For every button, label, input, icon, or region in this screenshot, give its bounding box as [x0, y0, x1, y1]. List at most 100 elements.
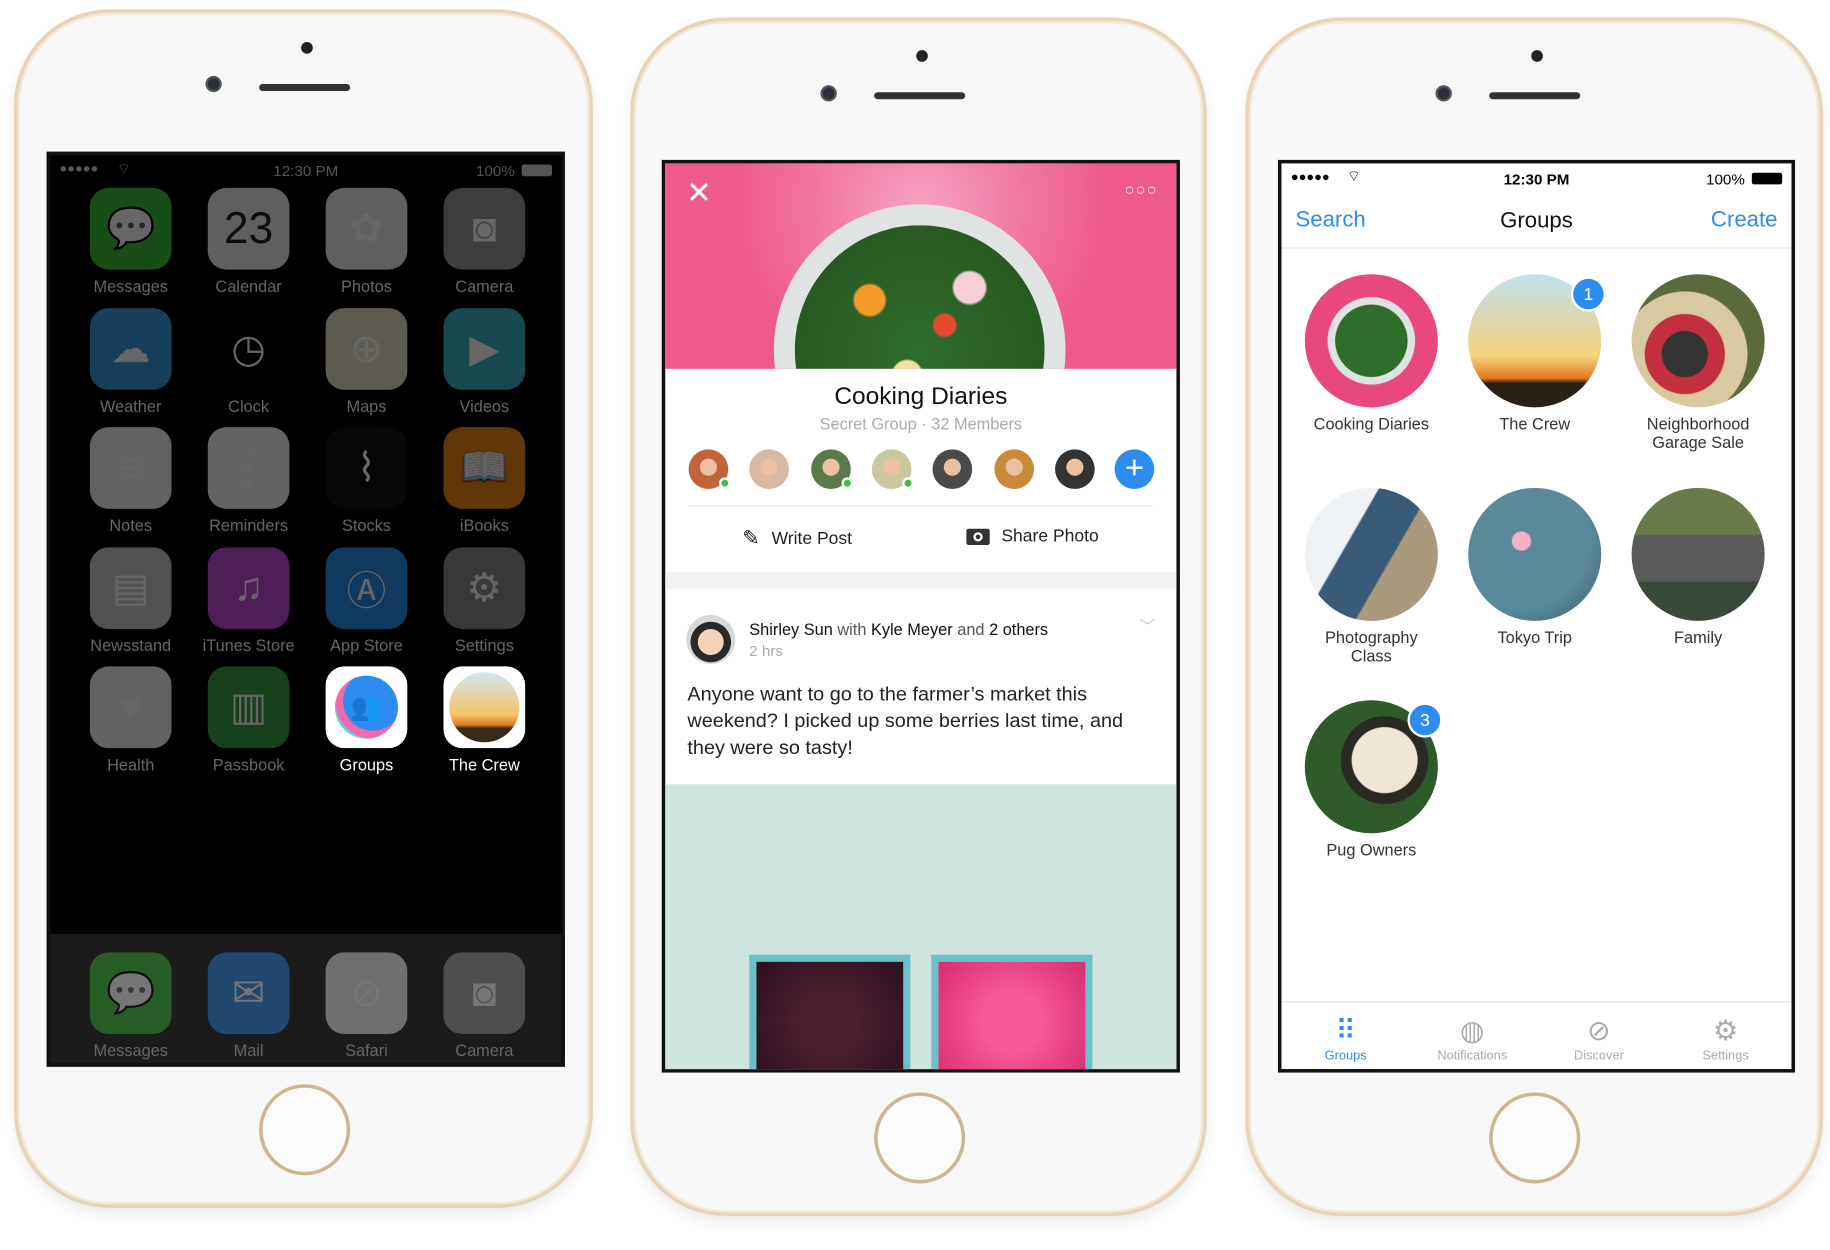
member-avatar[interactable]	[871, 449, 914, 490]
earpiece-speaker	[259, 84, 351, 92]
member-avatar[interactable]	[688, 449, 731, 490]
camera-icon: ◙	[443, 187, 526, 270]
app-calendar[interactable]: 23 Calendar	[196, 187, 301, 295]
member-avatar[interactable]	[810, 449, 853, 490]
close-icon[interactable]: ✕	[686, 175, 711, 211]
group-cover-image	[1631, 274, 1765, 408]
post-card[interactable]: Shirley Sun with Kyle Meyer and 2 others…	[665, 589, 1176, 784]
app-label: Weather	[99, 396, 162, 415]
member-avatar[interactable]	[993, 449, 1034, 490]
author-name[interactable]: Shirley Sun	[749, 620, 833, 639]
the-crew-icon	[443, 666, 526, 749]
group-item[interactable]: Family	[1616, 487, 1779, 646]
notes-icon: ≡	[89, 427, 172, 509]
others-link[interactable]: 2 others	[989, 620, 1048, 639]
tab-groups[interactable]: ⠿ Groups	[1281, 1014, 1409, 1063]
app-label: Health	[107, 755, 155, 774]
group-name: Neighborhood Garage Sale	[1646, 414, 1750, 452]
group-cover-image	[1304, 274, 1438, 408]
app-the-crew[interactable]: The Crew	[432, 666, 537, 774]
tab-label: Groups	[1324, 1049, 1367, 1064]
raspberries-basket	[931, 954, 1093, 1070]
and-text: and	[957, 619, 985, 639]
app-itunes-store[interactable]: ♫ iTunes Store	[196, 546, 301, 655]
author-avatar[interactable]	[686, 615, 736, 665]
earpiece-speaker	[874, 92, 966, 100]
salad-plate-image	[773, 204, 1066, 369]
app-videos[interactable]: ▶ Videos	[432, 307, 537, 415]
group-cover-image	[1631, 487, 1765, 621]
app-label: iTunes Store	[202, 635, 295, 655]
app-camera[interactable]: ◙ Camera	[432, 187, 537, 295]
write-post-button[interactable]: ✎ Write Post	[742, 526, 852, 551]
post-menu-chevron-icon[interactable]: ﹀	[1139, 615, 1155, 638]
app-stocks[interactable]: ⌇ Stocks	[314, 427, 419, 535]
home-button[interactable]	[259, 1084, 351, 1176]
camera-icon: ◙	[443, 952, 526, 1035]
app-label: iBooks	[459, 515, 509, 535]
group-item[interactable]: Neighborhood Garage Sale	[1616, 274, 1779, 452]
stocks-icon: ⌇	[325, 427, 408, 509]
dock-app-safari[interactable]: ⊘ Safari	[314, 952, 419, 1060]
app-notes[interactable]: ≡ Notes	[78, 427, 183, 535]
group-item[interactable]: 3 Pug Owners	[1290, 700, 1453, 859]
tab-notifications[interactable]: ◍ Notifications	[1408, 1014, 1536, 1063]
app-label: Notes	[109, 515, 153, 535]
app-clock[interactable]: ◷ Clock	[196, 307, 301, 415]
app-ibooks[interactable]: 📖 iBooks	[432, 427, 537, 535]
tab-settings[interactable]: ⚙ Settings	[1661, 1014, 1789, 1063]
tagged-name[interactable]: Kyle Meyer	[871, 620, 953, 639]
dock-app-camera[interactable]: ◙ Camera	[432, 952, 537, 1060]
group-item[interactable]: Tokyo Trip	[1453, 487, 1616, 646]
unread-badge: 3	[1407, 702, 1443, 738]
battery-icon	[1751, 172, 1783, 185]
group-item[interactable]: 1 The Crew	[1453, 274, 1616, 433]
tab-bar: ⠿ Groups ◍ Notifications ⊘ Discover ⚙ Settings	[1281, 1001, 1792, 1069]
app-label: Camera	[455, 1041, 514, 1060]
app-messages[interactable]: 💬 Messages	[78, 187, 183, 295]
post-photo	[665, 784, 1177, 1070]
group-cover-image: 3	[1304, 700, 1443, 834]
share-photo-button[interactable]: Share Photo	[966, 526, 1099, 546]
app-weather[interactable]: ☁ Weather	[78, 307, 183, 415]
home-button[interactable]	[1489, 1092, 1581, 1184]
post-time: 2 hrs	[749, 641, 784, 660]
health-icon: ♥	[89, 666, 172, 749]
app-store-icon: Ⓐ	[325, 546, 408, 629]
home-button[interactable]	[874, 1092, 966, 1184]
member-avatar[interactable]	[1054, 449, 1095, 490]
tab-discover[interactable]: ⊘ Discover	[1535, 1014, 1663, 1063]
member-avatar[interactable]	[749, 449, 790, 490]
dock-app-mail[interactable]: ✉ Mail	[196, 952, 301, 1060]
group-item[interactable]: Photography Class	[1290, 487, 1453, 665]
app-groups[interactable]: 👥 Groups	[314, 666, 419, 774]
add-member-button[interactable]: +	[1114, 449, 1155, 490]
app-label: Mail	[233, 1041, 264, 1060]
group-name: The Crew	[1499, 414, 1571, 433]
app-settings[interactable]: ⚙ Settings	[432, 546, 537, 654]
nav-divider	[1281, 247, 1792, 249]
group-subtitle: Secret Group · 32 Members	[819, 414, 1023, 433]
member-avatar[interactable]	[932, 449, 973, 490]
app-passbook[interactable]: ▥ Passbook	[196, 666, 301, 774]
more-options-icon[interactable]: ○○○	[1125, 180, 1158, 199]
proximity-sensor	[916, 50, 928, 62]
group-name: Family	[1674, 627, 1723, 646]
app-newsstand[interactable]: ▤ Newsstand	[78, 546, 183, 654]
safari-icon: ⊘	[325, 952, 408, 1035]
app-reminders[interactable]: ⋮ Reminders	[196, 427, 301, 535]
group-item[interactable]: Cooking Diaries	[1290, 274, 1453, 433]
dock-app-messages[interactable]: 💬 Messages	[78, 952, 183, 1060]
group-name: Cooking Diaries	[1313, 414, 1430, 433]
app-label: App Store	[330, 635, 403, 655]
groups-grid-icon: ⠿	[1335, 1015, 1356, 1047]
app-maps[interactable]: ⊕ Maps	[314, 307, 419, 415]
app-photos[interactable]: ✿ Photos	[314, 187, 419, 295]
compose-icon: ✎	[742, 526, 760, 550]
calendar-date: 23	[223, 203, 274, 253]
phone-home-screen: ●●●●● ⌔ 12:30 PM 100% 💬 Messages 23 Calenda…	[14, 9, 593, 1208]
with-text: with	[837, 619, 867, 639]
create-button[interactable]: Create	[1711, 208, 1778, 234]
app-health[interactable]: ♥ Health	[78, 666, 183, 774]
app-app-store[interactable]: Ⓐ App Store	[314, 546, 419, 655]
